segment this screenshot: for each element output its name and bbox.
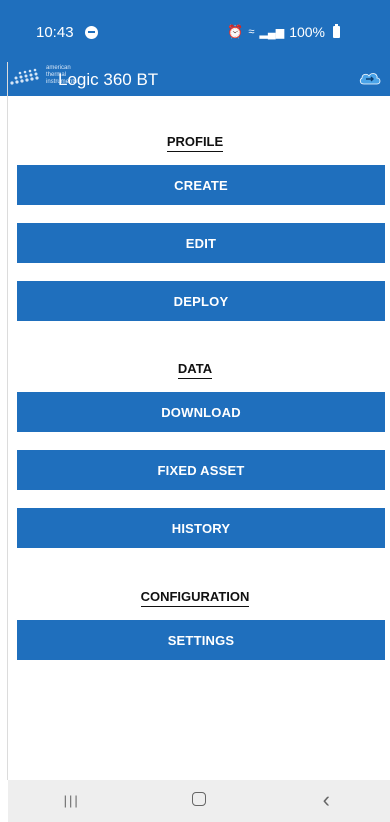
fixed-asset-button[interactable]: FIXED ASSET bbox=[17, 450, 385, 490]
battery-icon bbox=[333, 24, 340, 38]
status-bar: 10:43 ⏰ ≈ ▂▄▆ 100% bbox=[0, 0, 390, 62]
app-bar: american thermal instruments Logic 360 B… bbox=[0, 62, 390, 96]
messenger-icon bbox=[85, 26, 98, 39]
create-button[interactable]: CREATE bbox=[17, 165, 385, 205]
section-title-data: DATA bbox=[0, 361, 390, 379]
system-nav-bar: ||| ‹ bbox=[8, 780, 390, 822]
cloud-sync-button[interactable] bbox=[358, 68, 382, 88]
wifi-icon: ≈ bbox=[248, 26, 255, 38]
recents-icon: ||| bbox=[63, 793, 80, 808]
settings-button[interactable]: SETTINGS bbox=[17, 620, 385, 660]
battery-percent: 100% bbox=[289, 24, 325, 40]
logo-icon bbox=[10, 68, 39, 85]
edit-button[interactable]: EDIT bbox=[17, 223, 385, 263]
history-button[interactable]: HISTORY bbox=[17, 508, 385, 548]
alarm-icon: ⏰ bbox=[227, 24, 244, 39]
cloud-sync-icon bbox=[359, 73, 381, 85]
back-button[interactable]: ‹ bbox=[296, 787, 356, 812]
download-button[interactable]: DOWNLOAD bbox=[17, 392, 385, 432]
data-title-text: DATA bbox=[177, 361, 213, 379]
phone-screen: 10:43 ⏰ ≈ ▂▄▆ 100% american thermal inst… bbox=[0, 0, 390, 822]
status-time: 10:43 bbox=[36, 24, 74, 41]
profile-title-text: PROFILE bbox=[166, 134, 224, 152]
back-icon: ‹ bbox=[322, 787, 330, 812]
deploy-button[interactable]: DEPLOY bbox=[17, 281, 385, 321]
section-title-profile: PROFILE bbox=[0, 134, 390, 152]
status-icons: ⏰ ≈ ▂▄▆ 100% bbox=[227, 24, 340, 40]
configuration-title-text: CONFIGURATION bbox=[140, 589, 250, 607]
signal-icon: ▂▄▆ bbox=[259, 26, 285, 39]
home-button[interactable] bbox=[169, 791, 229, 811]
frame-divider bbox=[7, 62, 8, 780]
app-title: Logic 360 BT bbox=[58, 70, 159, 89]
section-title-configuration: CONFIGURATION bbox=[0, 589, 390, 607]
home-icon bbox=[191, 791, 206, 806]
recents-button[interactable]: ||| bbox=[42, 792, 102, 810]
